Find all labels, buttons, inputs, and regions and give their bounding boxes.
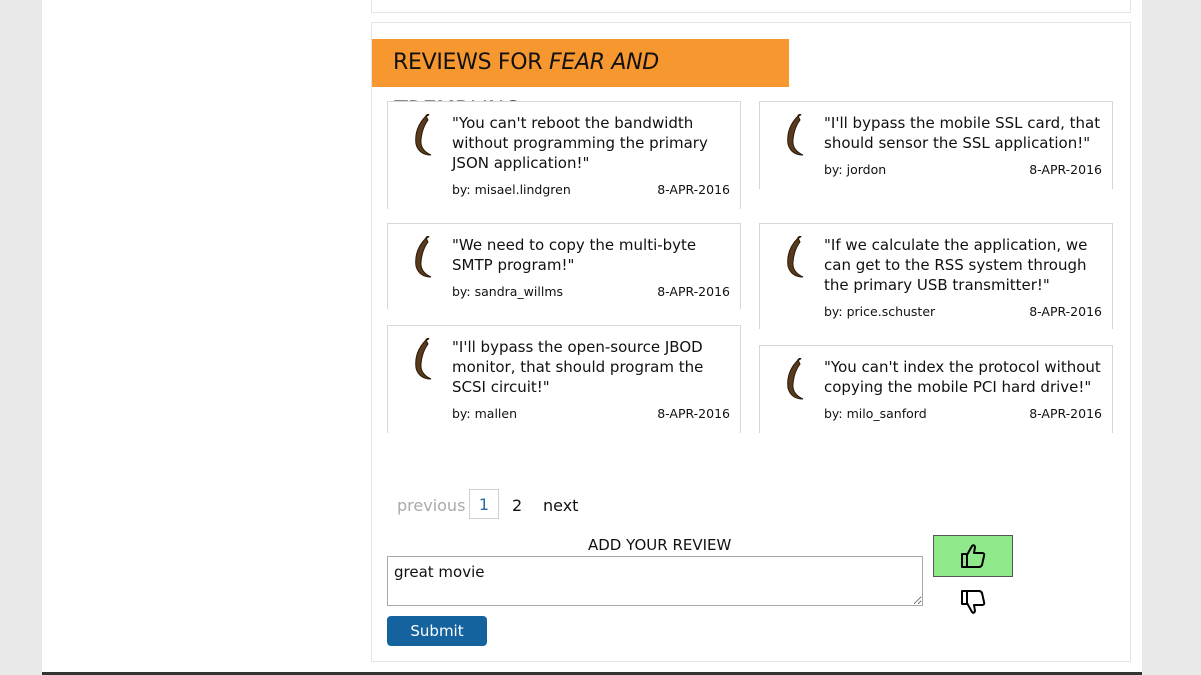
review-author: by: price.schuster — [824, 304, 936, 319]
review-quote: "You can't reboot the bandwidth without … — [452, 114, 708, 172]
review-textarea[interactable] — [387, 556, 923, 606]
review-date: 8-APR-2016 — [1029, 162, 1102, 177]
review-author: by: jordon — [824, 162, 887, 177]
review-date: 8-APR-2016 — [657, 284, 730, 299]
review-quote: "I'll bypass the mobile SSL card, that s… — [824, 114, 1101, 152]
reviews-panel: REVIEWS FOR FEAR AND TREMBLING "You can'… — [371, 22, 1131, 662]
add-review-label: ADD YOUR REVIEW — [588, 536, 732, 554]
review-card: "I'll bypass the open-source JBOD monito… — [387, 325, 741, 433]
pagination-page-2-link[interactable]: 2 — [512, 496, 522, 515]
review-quote: "If we calculate the application, we can… — [824, 236, 1088, 294]
banana-avatar-icon — [415, 338, 432, 380]
review-date: 8-APR-2016 — [657, 406, 730, 421]
review-author: by: milo_sanford — [824, 406, 927, 421]
thumbs-up-icon — [961, 544, 986, 568]
banana-avatar-icon — [415, 114, 432, 156]
thumbs-down-icon — [961, 590, 986, 614]
previous-section-panel — [371, 0, 1131, 13]
submit-button[interactable]: Submit — [387, 616, 487, 646]
review-card: "We need to copy the multi-byte SMTP pro… — [387, 223, 741, 309]
reviews-heading: REVIEWS FOR FEAR AND TREMBLING — [372, 39, 789, 123]
review-date: 8-APR-2016 — [1029, 406, 1102, 421]
banana-avatar-icon — [415, 236, 432, 278]
review-author: by: sandra_willms — [452, 284, 564, 299]
thumbs-down-button[interactable] — [956, 585, 990, 619]
banana-avatar-icon — [787, 114, 804, 156]
review-date: 8-APR-2016 — [657, 182, 730, 197]
review-quote: "I'll bypass the open-source JBOD monito… — [452, 338, 704, 396]
review-card: "If we calculate the application, we can… — [759, 223, 1113, 329]
review-card: "I'll bypass the mobile SSL card, that s… — [759, 101, 1113, 189]
pagination: previous 1 2 next — [372, 489, 772, 521]
reviews-heading-prefix: REVIEWS FOR — [393, 50, 549, 75]
review-author: by: misael.lindgren — [452, 182, 571, 197]
pagination-previous-link[interactable]: previous — [397, 496, 465, 515]
pagination-page-1-current[interactable]: 1 — [469, 489, 499, 519]
review-card: "You can't reboot the bandwidth without … — [387, 101, 741, 209]
banana-avatar-icon — [787, 358, 804, 400]
review-quote: "We need to copy the multi-byte SMTP pro… — [452, 236, 697, 274]
review-quote: "You can't index the protocol without co… — [824, 358, 1101, 396]
review-date: 8-APR-2016 — [1029, 304, 1102, 319]
banana-avatar-icon — [787, 236, 804, 278]
review-card: "You can't index the protocol without co… — [759, 345, 1113, 433]
thumbs-up-button[interactable] — [933, 535, 1013, 577]
review-author: by: mallen — [452, 406, 518, 421]
pagination-next-link[interactable]: next — [543, 496, 578, 515]
